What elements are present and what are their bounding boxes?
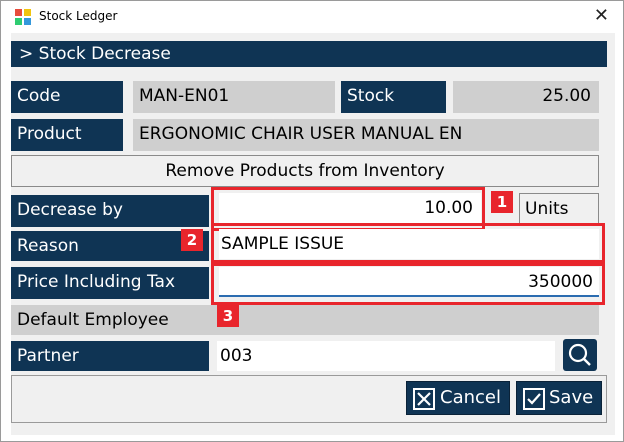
title-bar: Stock Ledger ✕ [1,1,623,33]
units-label: Units [519,193,599,225]
annotation-badge-3: 3 [217,305,239,327]
stock-label: Stock [341,81,446,113]
section-header: > Stock Decrease [11,41,607,67]
annotation-badge-2: 2 [181,229,203,251]
partner-label: Partner [11,341,209,371]
search-icon [568,343,591,366]
code-value: MAN-EN01 [133,81,335,113]
save-button-label: Save [549,387,594,408]
window-title: Stock Ledger [39,9,118,23]
save-button[interactable]: Save [516,381,602,415]
app-logo-icon [15,9,31,25]
save-check-icon [523,388,545,410]
form-panel: > Stock Decrease Code MAN-EN01 Stock 25.… [11,33,615,435]
default-employee-field[interactable]: Default Employee [11,305,599,335]
annotation-badge-1: 1 [491,191,513,213]
stock-ledger-window: Stock Ledger ✕ > Stock Decrease Code MAN… [0,0,624,442]
close-icon[interactable]: ✕ [594,6,609,26]
price-input[interactable]: 350000 [219,267,599,297]
remove-products-button[interactable]: Remove Products from Inventory [11,155,599,187]
partner-search-button[interactable] [563,339,597,371]
stock-value: 25.00 [453,81,599,113]
reason-input[interactable]: SAMPLE ISSUE [219,229,599,259]
cancel-x-icon [413,388,435,410]
product-value: ERGONOMIC CHAIR USER MANUAL EN [133,119,599,151]
reason-label: Reason [11,231,209,261]
decrease-input[interactable]: 10.00 [219,193,481,225]
partner-input[interactable]: 003 [217,341,555,371]
code-label: Code [11,81,123,113]
price-label: Price Including Tax [11,267,209,299]
cancel-button[interactable]: Cancel [406,381,510,415]
cancel-button-label: Cancel [440,387,501,408]
product-label: Product [11,119,123,151]
decrease-label: Decrease by [11,195,209,227]
